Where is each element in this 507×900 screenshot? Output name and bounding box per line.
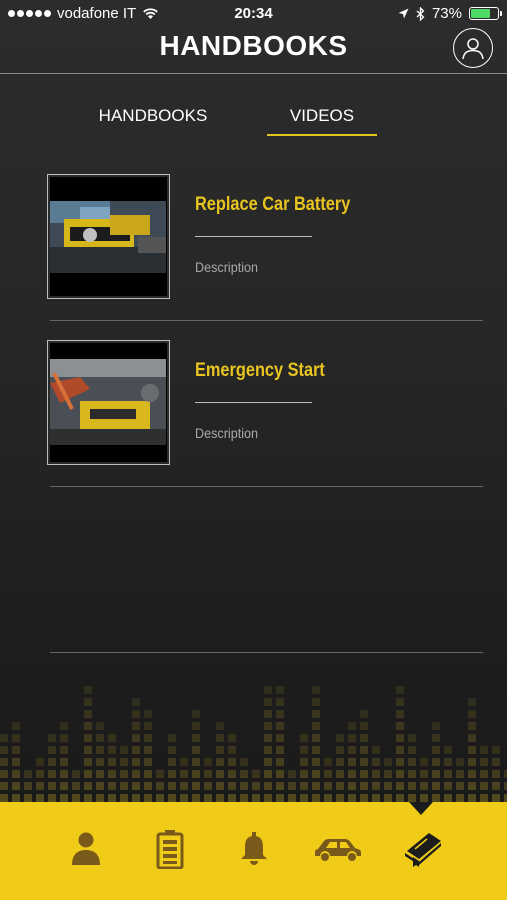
handbook-icon (405, 833, 441, 867)
nav-car[interactable] (312, 826, 364, 872)
status-right: 73% (398, 5, 502, 22)
list-divider (50, 652, 483, 653)
nav-handbooks[interactable] (400, 826, 446, 872)
equalizer-background (0, 686, 507, 802)
nav-notifications[interactable] (232, 826, 276, 872)
list-divider (50, 486, 483, 487)
video-title[interactable]: Replace Car Battery (195, 194, 350, 216)
battery-percent: 73% (431, 5, 462, 22)
app-header: HANDBOOKS (0, 28, 507, 74)
nav-battery[interactable] (148, 826, 192, 872)
jump-start-video-thumbnail (50, 343, 167, 462)
nav-profile[interactable] (64, 826, 108, 872)
tab-videos[interactable]: VIDEOS (267, 100, 377, 136)
bell-icon (241, 832, 267, 865)
video-title[interactable]: Emergency Start (195, 360, 325, 382)
tab-handbooks[interactable]: HANDBOOKS (92, 100, 214, 136)
page-title: HANDBOOKS (159, 30, 348, 61)
battery-icon (469, 7, 502, 20)
car-battery-video-thumbnail (50, 177, 167, 296)
app-screen: vodafone IT 20:34 73% HANDBOOKS HANDBOOK… (0, 0, 507, 900)
bluetooth-icon (416, 6, 425, 21)
active-tab-indicator (409, 802, 433, 815)
title-underline (195, 236, 312, 237)
car-icon (315, 839, 361, 861)
status-bar: vodafone IT 20:34 73% (0, 0, 507, 28)
battery-level-fill (471, 9, 490, 18)
video-list-item[interactable]: Replace Car Battery Description (0, 174, 507, 340)
profile-button[interactable] (453, 28, 493, 68)
title-underline (195, 402, 312, 403)
location-icon (398, 8, 409, 19)
video-description: Description (195, 259, 259, 275)
list-divider (50, 320, 483, 321)
person-icon (72, 832, 100, 865)
video-thumbnail[interactable] (47, 174, 170, 299)
video-list-item[interactable]: Emergency Start Description (0, 340, 507, 506)
battery-icon (156, 830, 184, 869)
video-thumbnail[interactable] (47, 340, 170, 465)
user-circle-icon (462, 38, 484, 60)
tab-bar: HANDBOOKS VIDEOS (0, 100, 507, 136)
video-description: Description (195, 425, 259, 441)
